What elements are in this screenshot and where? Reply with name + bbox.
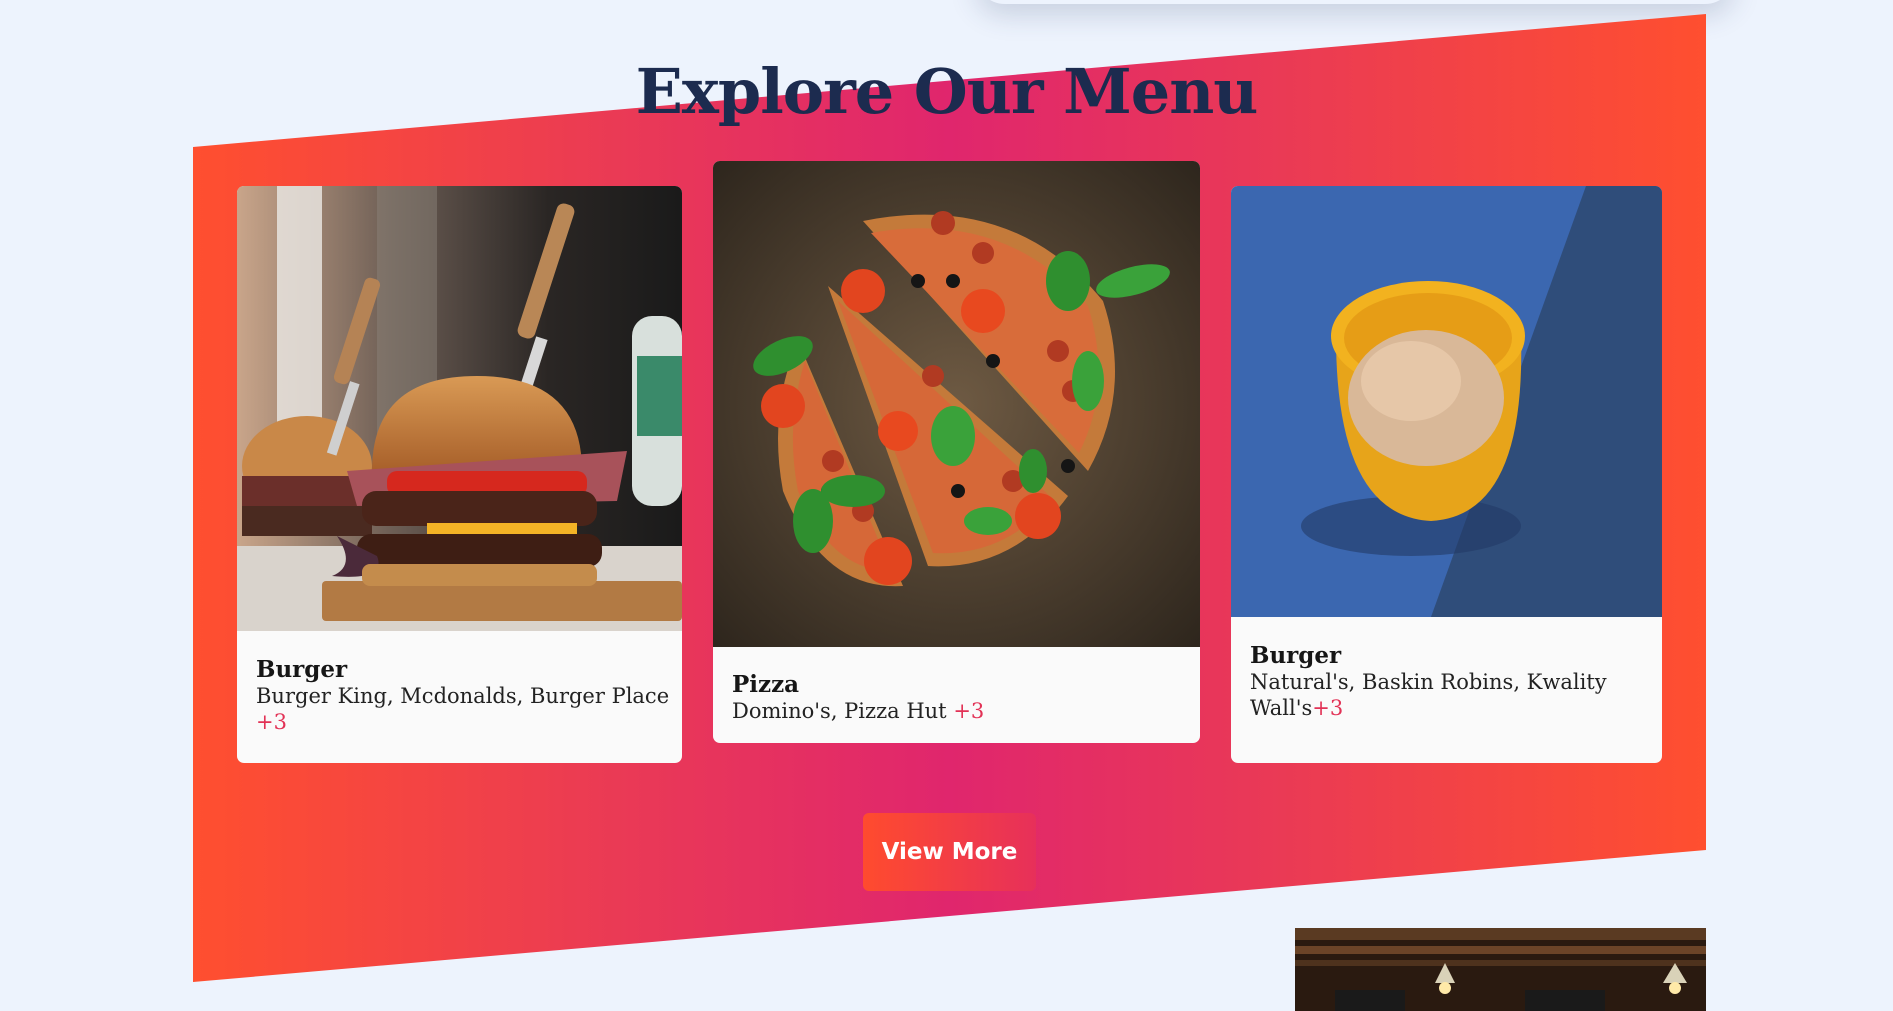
section-title: Explore Our Menu — [635, 55, 1259, 128]
card-places: Burger King, Mcdonalds, Burger Place +3 — [256, 683, 682, 735]
view-more-button[interactable]: View More — [863, 813, 1036, 891]
card-places-list: Burger King, Mcdonalds, Burger Place — [256, 684, 670, 708]
header-bar-shadow — [975, 0, 1735, 4]
card-more-count: +3 — [1312, 696, 1344, 720]
card-places-list: Domino's, Pizza Hut — [732, 699, 947, 723]
ice-cream-photo — [1231, 186, 1662, 617]
menu-card-burger[interactable]: Burger Burger King, Mcdonalds, Burger Pl… — [237, 186, 682, 763]
card-more-count: +3 — [256, 710, 287, 734]
pizza-photo — [713, 161, 1200, 647]
menu-card-pizza[interactable]: Pizza Domino's, Pizza Hut +3 — [713, 161, 1200, 743]
card-more-count: +3 — [953, 699, 985, 723]
card-name: Burger — [1250, 642, 1342, 669]
card-name: Burger — [256, 656, 348, 683]
card-places: Natural's, Baskin Robins, Kwality Wall's… — [1250, 669, 1648, 721]
burger-photo — [237, 186, 682, 631]
restaurant-interior-photo — [1295, 928, 1706, 1011]
menu-card-ice-cream[interactable]: Burger Natural's, Baskin Robins, Kwality… — [1231, 186, 1662, 763]
card-places: Domino's, Pizza Hut +3 — [732, 698, 1200, 724]
card-name: Pizza — [732, 671, 800, 698]
card-places-list: Natural's, Baskin Robins, Kwality Wall's — [1250, 670, 1607, 720]
